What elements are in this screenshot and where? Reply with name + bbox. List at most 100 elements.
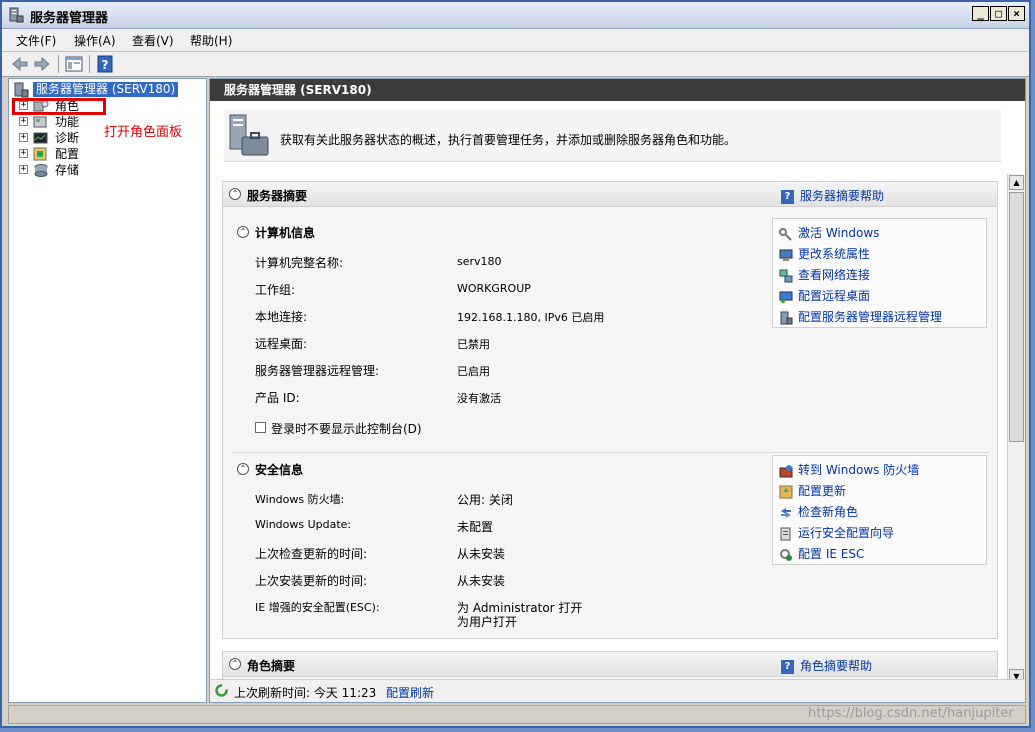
system-properties-icon (779, 249, 793, 261)
info-value: serv180 (457, 255, 502, 268)
show-hide-console-tree-icon[interactable] (64, 54, 84, 74)
info-label: 上次检查更新的时间: (255, 547, 368, 561)
task-label: 配置服务器管理器远程管理 (798, 310, 943, 324)
view-network-connections-link[interactable]: 查看网络连接 (779, 266, 870, 283)
collapse-icon[interactable]: ⌃ (237, 226, 249, 238)
info-value: 未配置 (457, 520, 494, 534)
info-label: IE 增强的安全配置(ESC): (255, 601, 380, 614)
server-toolbox-icon (229, 114, 269, 156)
annotation-text: 打开角色面板 (104, 125, 183, 140)
checkbox-label: 登录时不要显示此控制台(D) (271, 422, 422, 436)
tree-item-label: 功能 (55, 115, 80, 129)
help-icon: ? (781, 189, 794, 204)
section-header: ⌃ 角色摘要 ? 角色摘要帮助 (223, 652, 997, 677)
info-value: 192.168.1.180, IPv6 已启用 (457, 311, 605, 324)
intro-panel: 获取有关此服务器状态的概述，执行首要管理任务，并添加或删除服务器角色和功能。 (224, 109, 1001, 162)
collapse-icon[interactable]: ⌃ (237, 463, 249, 475)
help-link-label: 角色摘要帮助 (800, 659, 873, 673)
window-title: 服务器管理器 (30, 11, 109, 26)
vertical-scrollbar[interactable]: ▲ ▼ (1007, 174, 1025, 685)
ie-esc-icon (780, 548, 792, 561)
configure-remote-desktop-link[interactable]: 配置远程桌面 (779, 287, 870, 304)
close-button[interactable]: × (1008, 6, 1025, 21)
expand-icon[interactable]: + (19, 133, 28, 142)
security-config-wizard-link[interactable]: 运行安全配置向导 (779, 524, 894, 541)
go-to-firewall-link[interactable]: 转到 Windows 防火墙 (779, 461, 919, 478)
collapse-icon[interactable]: ⌃ (229, 188, 241, 200)
menu-file[interactable]: 文件(F) (16, 32, 56, 49)
title-bar[interactable]: 服务器管理器 _ □ × (2, 2, 1029, 29)
firewall-icon (779, 464, 793, 477)
server-icon (14, 82, 29, 98)
windows-update-icon (779, 485, 793, 498)
toolbar-separator (89, 55, 90, 73)
last-refresh-text: 上次刷新时间: 今天 11:23 (234, 686, 377, 700)
svg-text:?: ? (102, 58, 109, 72)
security-info-tasks: 转到 Windows 防火墙 配置更新 检查新角色 运行安全配置向导 配置 IE… (772, 455, 987, 565)
configuration-icon (33, 147, 47, 161)
scroll-thumb[interactable] (1009, 192, 1024, 442)
task-label: 更改系统属性 (798, 247, 871, 261)
computer-info-tasks: 激活 Windows 更改系统属性 查看网络连接 配置远程桌面 配置服务器管理器… (772, 218, 987, 328)
info-label: 工作组: (255, 283, 296, 297)
configure-refresh-link[interactable]: 配置刷新 (386, 684, 434, 701)
menu-action[interactable]: 操作(A) (74, 32, 116, 49)
menu-view[interactable]: 查看(V) (132, 32, 174, 49)
scroll-up-icon[interactable]: ▲ (1009, 175, 1024, 190)
refresh-icon (215, 684, 228, 697)
configure-remote-management-link[interactable]: 配置服务器管理器远程管理 (779, 308, 942, 325)
wizard-icon (780, 527, 791, 540)
tree-item-label: 配置 (55, 147, 80, 161)
intro-text: 获取有关此服务器状态的概述，执行首要管理任务，并添加或删除服务器角色和功能。 (280, 133, 737, 147)
server-summary-help-link[interactable]: ? 服务器摘要帮助 (781, 187, 884, 204)
check-new-roles-link[interactable]: 检查新角色 (779, 503, 858, 520)
info-label: 上次安装更新的时间: (255, 574, 368, 588)
expand-icon[interactable]: + (19, 165, 28, 174)
info-value: 已启用 (457, 365, 490, 378)
back-arrow-icon[interactable] (10, 54, 30, 74)
configure-ie-esc-link[interactable]: 配置 IE ESC (779, 545, 864, 562)
help-icon[interactable]: ? (95, 54, 115, 74)
roles-summary-help-link[interactable]: ? 角色摘要帮助 (781, 657, 872, 674)
watermark-text: https://blog.csdn.net/hanjupiter (808, 706, 1014, 721)
expand-icon[interactable]: + (19, 117, 28, 126)
help-icon: ? (781, 659, 794, 674)
maximize-button[interactable]: □ (990, 6, 1007, 21)
refresh-footer: 上次刷新时间: 今天 11:23 配置刷新 (210, 679, 1025, 702)
toolbar: ? (2, 52, 1029, 77)
task-label: 配置更新 (798, 484, 847, 498)
task-label: 查看网络连接 (798, 268, 871, 282)
info-label: 计算机完整名称: (255, 256, 344, 270)
network-icon (779, 269, 793, 282)
server-summary-section: ⌃ 服务器摘要 ? 服务器摘要帮助 ⌃ 计算机信息 计算机完整名称: serv18… (222, 181, 998, 639)
info-value: 已禁用 (457, 338, 490, 351)
dont-show-at-logon-checkbox[interactable] (255, 422, 266, 433)
task-label: 转到 Windows 防火墙 (798, 463, 920, 477)
configure-updates-link[interactable]: 配置更新 (779, 482, 846, 499)
diagnostics-icon (33, 132, 48, 144)
task-label: 配置 IE ESC (798, 547, 865, 561)
content-header: 服务器管理器 (SERV180) (210, 79, 1025, 101)
server-manager-icon (9, 7, 24, 23)
computer-info-subsection: ⌃ 计算机信息 计算机完整名称: serv180 工作组: WORKGROUP … (231, 216, 989, 440)
info-value: WORKGROUP (457, 282, 531, 295)
expand-icon[interactable]: + (19, 149, 28, 158)
activate-windows-link[interactable]: 激活 Windows (779, 224, 879, 241)
roles-summary-section: ⌃ 角色摘要 ? 角色摘要帮助 (222, 651, 998, 681)
console-tree: 服务器管理器 (SERV180) + 角色 + 功能 + 诊断 + 配置 + 存… (8, 78, 207, 703)
subsection-title: 计算机信息 (255, 226, 316, 240)
task-label: 配置远程桌面 (798, 289, 871, 303)
change-system-properties-link[interactable]: 更改系统属性 (779, 245, 870, 262)
info-label: Windows Update: (255, 518, 352, 531)
minimize-button[interactable]: _ (972, 6, 989, 21)
collapse-icon[interactable]: ⌃ (229, 658, 241, 670)
server-manager-icon (780, 311, 793, 324)
storage-icon (34, 164, 48, 177)
menu-help[interactable]: 帮助(H) (190, 32, 232, 49)
forward-arrow-icon[interactable] (32, 54, 52, 74)
info-label: 本地连接: (255, 310, 308, 324)
security-info-subsection: ⌃ 安全信息 Windows 防火墙: 公用: 关闭 Windows Updat… (231, 452, 989, 633)
toolbar-separator (58, 55, 59, 73)
info-value-extra: 为用户打开 (457, 615, 518, 629)
info-label: 服务器管理器远程管理: (255, 364, 380, 378)
